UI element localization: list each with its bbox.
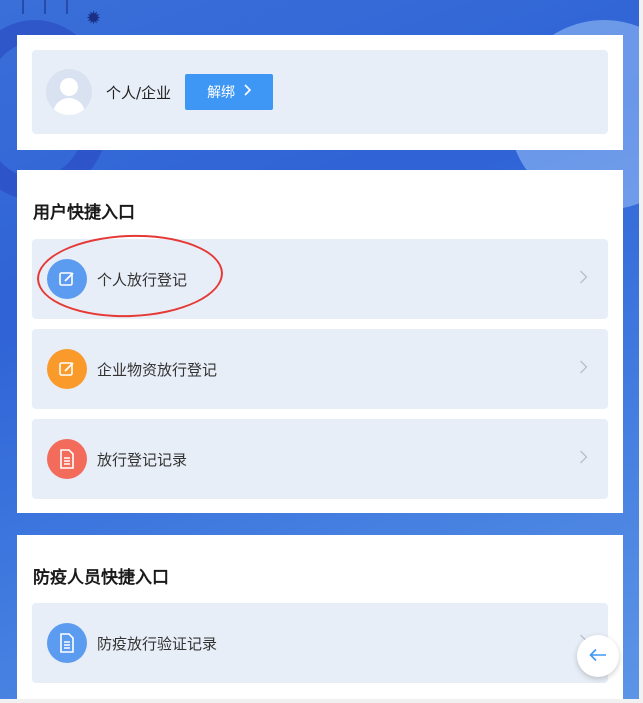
profile-box: 个人/企业 解绑 [32,50,608,134]
chevron-right-icon [579,269,588,290]
decorative-tick [66,0,68,14]
section-title: 防疫人员快捷入口 [33,568,169,588]
entry-pass-registration-records[interactable]: 放行登记记录 [32,419,608,499]
entry-epidemic-pass-verification-records[interactable]: 防疫放行验证记录 [32,603,608,683]
edit-icon [47,349,87,389]
scrollbar-track[interactable] [639,0,643,703]
bottom-edge [0,699,643,703]
document-icon [47,623,87,663]
avatar [46,69,92,115]
document-icon [47,439,87,479]
chevron-right-icon [579,449,588,470]
user-quick-entry-card: 用户快捷入口 个人放行登记 企业物资放行登记 放行登记记录 [17,170,623,513]
section-title: 用户快捷入口 [33,203,135,223]
decorative-tick [22,0,24,14]
virus-icon: ✹ [86,8,102,29]
entry-enterprise-supplies-registration[interactable]: 企业物资放行登记 [32,329,608,409]
chevron-right-icon [243,84,252,100]
entry-label: 放行登记记录 [97,450,188,469]
entry-label: 企业物资放行登记 [97,360,218,379]
unbind-button-label: 解绑 [207,85,236,101]
profile-name: 个人/企业 [106,83,172,102]
unbind-button[interactable]: 解绑 [185,74,274,110]
entry-label: 防疫放行验证记录 [97,634,218,653]
back-button[interactable] [577,635,619,677]
profile-card: 个人/企业 解绑 [17,35,623,150]
chevron-right-icon [579,359,588,380]
epidemic-quick-entry-card: 防疫人员快捷入口 防疫放行验证记录 [17,535,623,703]
arrow-left-icon [589,647,607,666]
decorative-tick [44,0,46,14]
